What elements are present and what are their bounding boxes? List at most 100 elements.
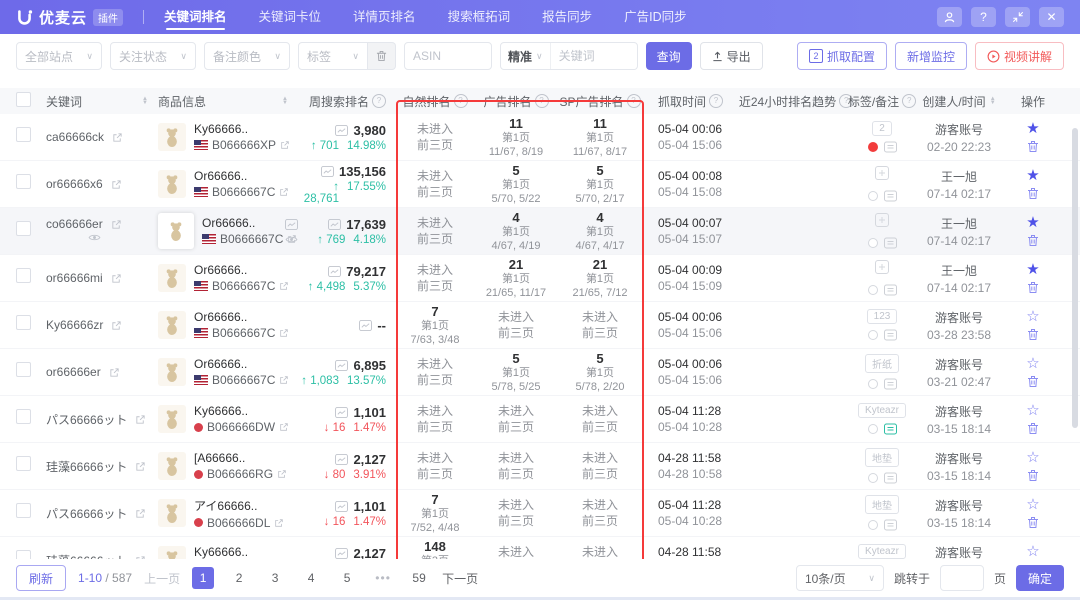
share-icon[interactable] xyxy=(111,179,122,190)
keyword-text[interactable]: ca66666ck xyxy=(46,130,104,144)
note-icon[interactable] xyxy=(884,284,897,296)
keyword-text[interactable]: co66666er xyxy=(46,217,103,231)
asin-text[interactable]: B066666RG xyxy=(207,467,273,481)
asin-text[interactable]: B0666667C xyxy=(212,185,275,199)
page-number[interactable]: 4 xyxy=(300,567,322,589)
share-icon[interactable] xyxy=(112,132,123,143)
row-checkbox[interactable] xyxy=(16,362,31,377)
column-header[interactable]: 抓取时间 ? xyxy=(644,93,744,110)
search-button[interactable]: 查询 xyxy=(646,42,692,70)
tag-badge[interactable]: 地垫 xyxy=(865,495,899,514)
product-image[interactable] xyxy=(158,499,186,527)
product-title[interactable]: Or66666.. xyxy=(194,357,289,371)
refresh-button[interactable]: 刷新 xyxy=(16,565,66,591)
column-header[interactable]: 近24小时排名趋势 ? xyxy=(744,93,848,110)
note-icon[interactable] xyxy=(884,190,897,202)
favorite-star-icon[interactable]: ★ xyxy=(1026,215,1039,230)
keyword-input[interactable] xyxy=(551,49,637,63)
eye-icon[interactable] xyxy=(285,235,298,244)
table-scrollbar[interactable] xyxy=(1072,128,1078,428)
product-title[interactable]: Ky66666.. xyxy=(194,545,289,559)
delete-icon[interactable] xyxy=(1027,140,1039,153)
table-row[interactable]: or66666x6 Or66666.. B0666667C xyxy=(0,161,1080,208)
column-header[interactable]: 自然排名 ? xyxy=(394,93,476,110)
trend-chart-icon[interactable] xyxy=(359,320,372,331)
match-mode-select[interactable]: 精准 ∨ xyxy=(501,43,551,69)
jump-page-input[interactable] xyxy=(940,565,984,591)
sort-icon[interactable]: ▲▼ xyxy=(142,97,148,105)
asin-link-icon[interactable] xyxy=(279,375,289,385)
logo[interactable]: 优麦云 插件 xyxy=(16,7,123,28)
trend-chart-icon[interactable] xyxy=(335,454,348,465)
prev-page-button[interactable]: 上一页 xyxy=(144,570,180,587)
delete-icon[interactable] xyxy=(1027,375,1039,388)
trend-chart-icon[interactable] xyxy=(335,548,348,559)
delete-icon[interactable] xyxy=(1027,422,1039,435)
asin-link-icon[interactable] xyxy=(279,187,289,197)
keyword-text[interactable]: パス66666ット xyxy=(46,411,127,428)
note-color-dot[interactable] xyxy=(868,330,878,340)
trend-chart-icon[interactable] xyxy=(335,407,348,418)
favorite-star-icon[interactable]: ☆ xyxy=(1026,544,1039,559)
note-icon[interactable] xyxy=(884,329,897,341)
note-color-dot[interactable] xyxy=(868,520,878,530)
favorite-star-icon[interactable]: ☆ xyxy=(1026,450,1039,465)
close-icon[interactable]: ✕ xyxy=(1039,7,1064,27)
nav-item[interactable]: 报告同步 xyxy=(542,0,592,34)
note-color-dot[interactable] xyxy=(868,473,878,483)
asin-link-icon[interactable] xyxy=(279,328,289,338)
table-row[interactable]: co66666er Or66666.. B0666667C xyxy=(0,208,1080,255)
row-checkbox[interactable] xyxy=(16,503,31,518)
asin-text[interactable]: B0666667C xyxy=(212,326,275,340)
delete-icon[interactable] xyxy=(1027,469,1039,482)
favorite-star-icon[interactable]: ★ xyxy=(1026,262,1039,277)
page-number[interactable]: 3 xyxy=(264,567,286,589)
product-image[interactable] xyxy=(158,452,186,480)
asin-text[interactable]: B0666667C xyxy=(220,232,283,246)
favorite-star-icon[interactable]: ★ xyxy=(1026,121,1039,136)
row-checkbox[interactable] xyxy=(16,409,31,424)
clear-tag-button[interactable] xyxy=(368,42,396,70)
favorite-star-icon[interactable]: ☆ xyxy=(1026,356,1039,371)
nav-item[interactable]: 关键词卡位 xyxy=(259,0,322,34)
asin-text[interactable]: B066666XP xyxy=(212,138,276,152)
column-header[interactable]: 关键词 ▲▼ xyxy=(46,93,158,110)
sort-icon[interactable]: ▲▼ xyxy=(282,97,288,105)
nav-item[interactable]: 详情页排名 xyxy=(353,0,416,34)
add-tag-icon[interactable] xyxy=(875,213,889,232)
column-header[interactable]: 操作 xyxy=(1002,93,1064,110)
page-size-select[interactable]: 10条/页 ∨ xyxy=(796,565,884,591)
column-header[interactable]: 标签/备注 ? xyxy=(848,93,916,110)
keyword-text[interactable]: Ky66666zr xyxy=(46,318,103,332)
row-checkbox[interactable] xyxy=(16,127,31,142)
share-icon[interactable] xyxy=(135,414,146,425)
help-circle-icon[interactable]: ? xyxy=(535,94,549,108)
table-row[interactable]: Ky66666zr Or66666.. B0666667C xyxy=(0,302,1080,349)
help-circle-icon[interactable]: ? xyxy=(454,94,468,108)
add-monitor-button[interactable]: 新增监控 xyxy=(895,42,967,70)
asin-link-icon[interactable] xyxy=(279,281,289,291)
note-color-dot[interactable] xyxy=(868,379,878,389)
favorite-star-icon[interactable]: ☆ xyxy=(1026,497,1039,512)
row-checkbox[interactable] xyxy=(16,221,31,236)
keyword-text[interactable]: or66666x6 xyxy=(46,177,103,191)
page-number[interactable]: 1 xyxy=(192,567,214,589)
product-title[interactable]: Ky66666.. xyxy=(194,404,289,418)
table-row[interactable]: or66666mi Or66666.. B0666667C xyxy=(0,255,1080,302)
favorite-star-icon[interactable]: ★ xyxy=(1026,168,1039,183)
delete-icon[interactable] xyxy=(1027,281,1039,294)
nav-item[interactable]: 搜索框拓词 xyxy=(448,0,511,34)
tag-select[interactable]: 标签 ∨ xyxy=(298,42,368,70)
trend-chart-icon[interactable] xyxy=(335,125,348,136)
product-image[interactable] xyxy=(158,311,186,339)
note-icon[interactable] xyxy=(884,423,897,435)
share-icon[interactable] xyxy=(109,367,120,378)
row-checkbox[interactable] xyxy=(16,174,31,189)
product-image[interactable] xyxy=(158,123,186,151)
table-row[interactable]: パス66666ット アイ66666.. B066666DL xyxy=(0,490,1080,537)
add-tag-icon[interactable] xyxy=(875,166,889,185)
next-page-button[interactable]: 下一页 xyxy=(442,570,478,587)
product-image[interactable] xyxy=(158,358,186,386)
asin-text[interactable]: B0666667C xyxy=(212,279,275,293)
row-checkbox[interactable] xyxy=(16,456,31,471)
